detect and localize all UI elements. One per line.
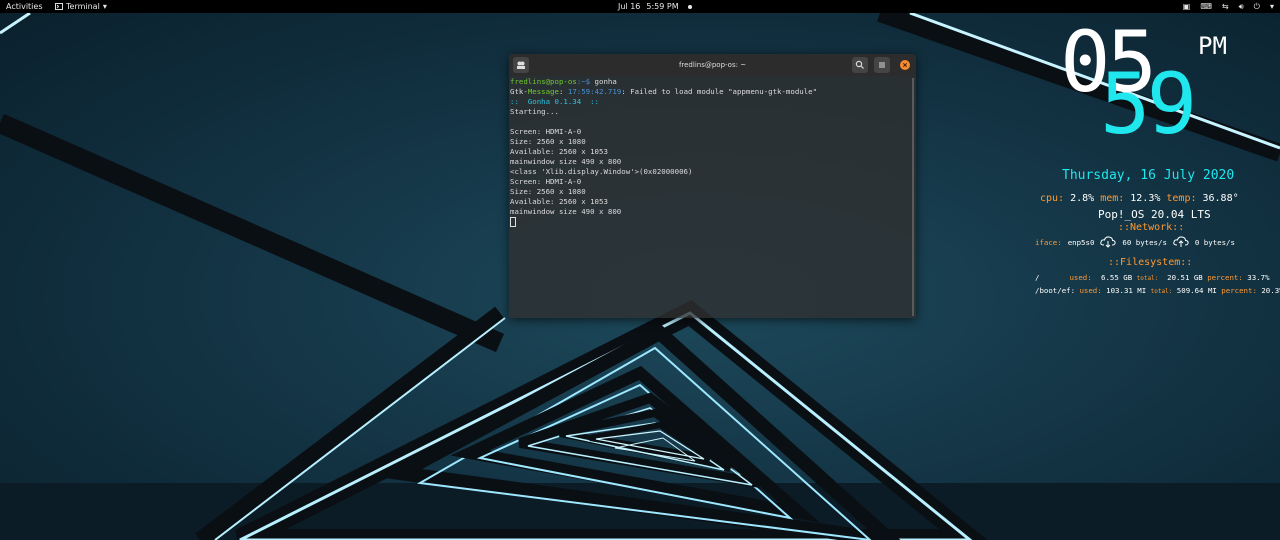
terminal-title: fredlins@pop-os: ~	[678, 61, 747, 69]
conky-date: Thursday, 16 July 2020	[1062, 168, 1235, 183]
clock-minute: 59	[1100, 55, 1197, 153]
terminal-line: mainwindow size 490 x 800	[510, 207, 622, 216]
search-icon	[855, 60, 864, 69]
text-cursor	[510, 217, 516, 227]
temp-value: 36.88°	[1202, 193, 1239, 204]
search-button[interactable]	[852, 57, 868, 73]
scrollbar[interactable]	[912, 78, 914, 316]
top-bar: Activities Terminal ▾ Jul 16 5:59 PM ▣ ⌨…	[0, 0, 1280, 13]
terminal-line: Available: 2560 x 1053	[510, 147, 608, 156]
terminal-line	[510, 217, 908, 227]
terminal-line: Available: 2560 x 1053	[510, 197, 608, 206]
activities-button[interactable]: Activities	[6, 0, 43, 13]
menu-button[interactable]	[874, 57, 890, 73]
terminal-app-icon	[55, 3, 63, 10]
network-icon[interactable]: ⇆	[1222, 0, 1229, 13]
cpu-value: 2.8%	[1070, 193, 1095, 204]
volume-icon[interactable]: 🔊︎	[1239, 0, 1244, 13]
new-tab-button[interactable]	[513, 57, 529, 73]
clock-date: Jul 16	[618, 2, 641, 11]
clock-ampm: PM	[1198, 32, 1227, 60]
iface-value: enp5s0	[1067, 237, 1095, 247]
os-version: Pop!_OS 20.04 LTS	[1098, 208, 1211, 221]
clock-button[interactable]: Jul 16 5:59 PM	[618, 0, 692, 13]
hamburger-menu-icon	[879, 62, 885, 68]
terminal-line: <class 'Xlib.display.Window'>(0x02000006…	[510, 167, 693, 176]
clock-time: 5:59 PM	[646, 2, 679, 11]
terminal-line: Screen: HDMI-A-0	[510, 127, 582, 136]
new-tab-icon	[517, 61, 525, 69]
power-icon[interactable]: ⏻	[1254, 0, 1260, 13]
chevron-down-icon: ▾	[102, 2, 107, 11]
upload-rate: 0 bytes/s	[1194, 237, 1235, 247]
terminal-header: fredlins@pop-os: ~	[509, 54, 916, 76]
cloud-upload-icon	[1173, 236, 1189, 247]
terminal-line: Size: 2560 x 1080	[510, 187, 586, 196]
terminal-line: mainwindow size 490 x 800	[510, 157, 622, 166]
close-icon	[902, 62, 908, 68]
app-menu[interactable]: Terminal ▾	[55, 0, 107, 13]
network-heading: ::Network::	[1118, 222, 1185, 233]
mem-value: 12.3%	[1130, 193, 1161, 204]
filesystem-row: /boot/ef: used: 103.31 MI total: 509.64 …	[1035, 286, 1280, 295]
download-rate: 60 bytes/s	[1122, 237, 1167, 247]
network-stats: iface: enp5s0 60 bytes/s 0 bytes/s	[1035, 236, 1235, 248]
terminal-line: Gtk-Message: 17:59:42.719: Failed to loa…	[510, 87, 818, 96]
chevron-down-icon[interactable]: ▾	[1270, 0, 1274, 13]
terminal-line: :: Gonha 0.1.34 ::	[510, 97, 600, 106]
close-button[interactable]	[900, 60, 910, 70]
filesystem-heading: ::Filesystem::	[1108, 257, 1193, 268]
terminal-line: Screen: HDMI-A-0	[510, 177, 582, 186]
conky-widget: 05 59 PM Thursday, 16 July 2020 cpu: 2.8%…	[1030, 20, 1280, 320]
app-menu-label: Terminal	[66, 2, 100, 11]
notification-dot-icon	[687, 4, 692, 9]
cloud-download-icon	[1100, 236, 1116, 248]
terminal-line: Size: 2560 x 1080	[510, 137, 586, 146]
terminal-line: Starting...	[510, 107, 559, 116]
system-stats: cpu: 2.8% mem: 12.3% temp: 36.88°	[1040, 193, 1239, 204]
terminal-window[interactable]: fredlins@pop-os: ~ fredlins@pop-os:~$ go…	[509, 54, 916, 318]
filesystem-row: / used: 6.55 GB total: 20.51 GB percent:…	[1035, 273, 1270, 282]
system-tray[interactable]: ▣ ⌨ ⇆ 🔊︎ ⏻ ▾	[1183, 0, 1274, 13]
terminal-line: fredlins@pop-os:~$ gonha	[510, 77, 617, 86]
terminal-output[interactable]: fredlins@pop-os:~$ gonha Gtk-Message: 17:…	[510, 76, 908, 227]
display-icon[interactable]: ▣	[1183, 0, 1191, 13]
keyboard-icon[interactable]: ⌨	[1200, 0, 1212, 13]
